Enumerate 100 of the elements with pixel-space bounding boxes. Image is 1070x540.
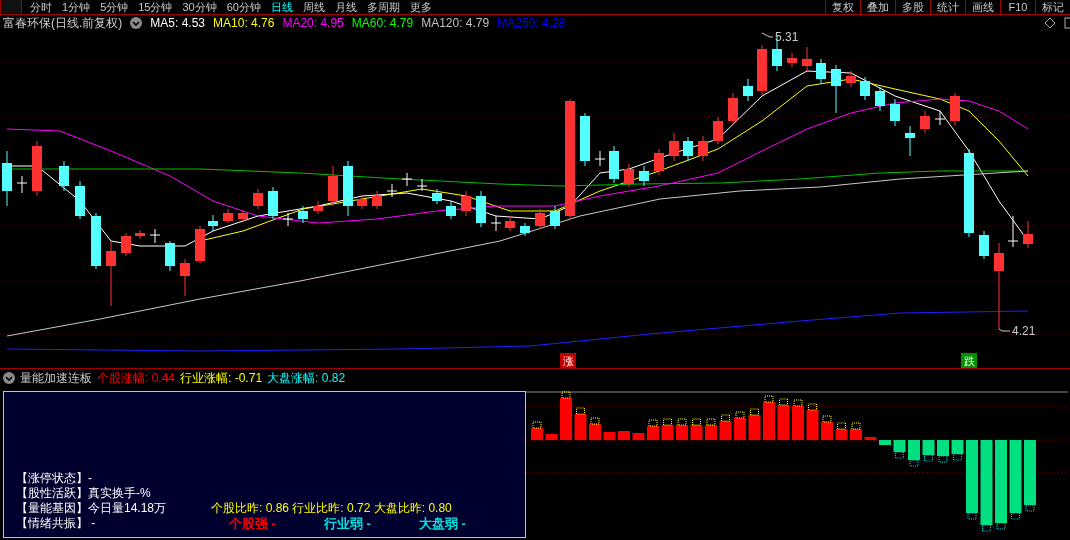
period-tab[interactable]: 月线 [335,0,357,14]
volume-bar [531,421,543,440]
volume-bar [734,411,746,440]
volume-bar [632,433,645,440]
volume-bar [589,417,601,440]
period-tab[interactable]: 30分钟 [182,0,217,14]
candlestick [461,190,471,217]
candlestick [180,258,190,297]
volume-bar [763,395,775,440]
volume-bar [850,422,862,440]
volume-bar [893,440,906,459]
period-tab[interactable]: 多周期 [367,0,400,14]
candlestick [1023,220,1033,249]
candlestick [875,86,885,112]
change-stat: 大盘涨幅: 0.82 [267,369,346,387]
diamond-icon[interactable] [1044,17,1056,29]
volume-bar [545,434,558,440]
candlestick [580,112,590,167]
period-tab[interactable]: 60分钟 [226,0,261,14]
moving-average-value: MA20: 4.95 [282,16,344,30]
candlestick [728,92,738,126]
candlestick [416,178,428,192]
candlestick [32,140,42,197]
moving-average-value: MA10: 4.76 [213,16,275,30]
candlestick [268,186,278,220]
volume-bar [661,418,674,440]
volume-bar [690,418,703,440]
volume-bar [908,440,920,467]
volume-bar [937,440,949,463]
candlestick [91,212,101,270]
candlestick [298,205,308,224]
candlestick [846,70,856,88]
volume-bar [792,399,804,440]
chevron-down-icon[interactable] [130,17,143,29]
ratio-text: 个股比昨: 0.86 行业比昨: 0.72 大盘比昨: 0.80 [211,500,452,517]
candlestick [950,92,960,126]
candlestick [165,240,175,272]
candlestick [386,183,398,198]
period-tab[interactable]: 周线 [303,0,325,14]
candlestick [713,116,723,145]
leader-line [998,328,1011,332]
candlestick [432,188,442,205]
candlestick [639,165,649,187]
candlestick [654,148,664,176]
volume-bar [821,415,833,440]
volume-bar [806,403,819,440]
leader-line [761,32,774,38]
candlestick [743,78,753,102]
candlestick [238,209,248,222]
volume-bar [560,391,572,440]
period-tab[interactable]: 更多 [410,0,432,14]
candlestick [1007,215,1019,248]
period-tab[interactable]: 分时 [30,0,52,14]
period-tab[interactable]: 15分钟 [138,0,173,14]
candlestick [831,64,841,114]
candlestick [208,214,218,232]
volume-bar [1024,440,1036,512]
candlestick [401,172,413,187]
candlestick [669,132,679,162]
period-tab[interactable]: 1分钟 [62,0,91,14]
candlestick [328,165,338,207]
candlestick [490,215,502,232]
volume-bar [705,418,717,440]
candlestick [920,110,930,134]
candlestick [195,225,205,264]
candlestick [59,160,69,192]
candlestick [609,145,619,184]
moving-average-value: MA250: 4.28 [497,16,566,30]
chevron-down-icon[interactable] [3,372,15,384]
candlestick [802,46,812,72]
change-stat: 行业涨幅: -0.71 [180,369,263,387]
candlestick [372,190,382,210]
volume-bar [603,432,616,440]
stock-title: 富春环保(日线.前复权) [3,14,123,32]
indicator-title: 量能加速连板 [20,369,92,387]
candlestick [890,98,900,127]
period-tab[interactable]: 日线 [271,0,293,14]
strength-text: 个股强 - [229,514,276,533]
candlestick [535,208,545,230]
volume-bar [574,407,587,440]
candlestick [343,160,353,217]
candlestick [816,58,826,84]
volume-bar [879,440,891,445]
volume-bar [777,398,790,440]
candlestick [106,240,116,307]
volume-bar [719,414,732,440]
candlestick [683,136,693,162]
candlestick [476,190,486,228]
candlestick [313,200,323,215]
candlestick [135,229,145,240]
period-tab[interactable]: 5分钟 [100,0,129,14]
info-line: 【量能基因】今日量14.18万 [16,500,168,517]
candlestick [2,150,12,207]
volume-bar [676,418,688,440]
info-line: 【涨停状态】- [16,470,93,487]
strength-text: 大盘弱 - [418,514,466,533]
strength-text: 行业弱 - [323,514,371,533]
low-price-label: 4.21 [1012,324,1036,338]
volume-bar [618,431,630,440]
candlestick [149,228,161,244]
